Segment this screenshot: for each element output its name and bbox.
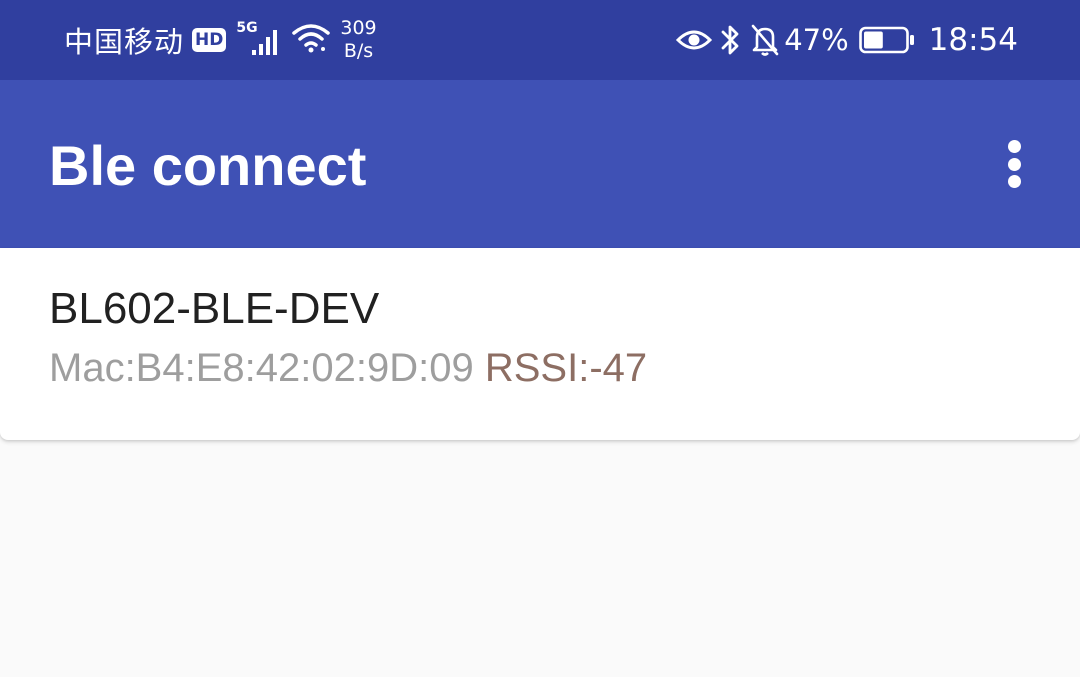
more-vert-icon[interactable] (994, 132, 1034, 196)
battery-icon (858, 26, 915, 54)
network-speed-unit: B/s (343, 40, 374, 62)
device-mac: Mac:B4:E8:42:02:9D:09 (49, 346, 474, 390)
clock: 18:54 (928, 22, 1018, 58)
network-speed-value: 309 (340, 17, 377, 39)
status-bar: 中国移动 HD 5G 309 B/s 47% 18:54 (0, 0, 1080, 80)
bluetooth-icon (720, 23, 742, 57)
device-name: BL602-BLE-DEV (49, 284, 380, 333)
wifi-icon (292, 21, 331, 59)
menu-dot (1007, 140, 1021, 153)
carrier-name: 中国移动 (64, 25, 185, 59)
eye-icon (676, 28, 713, 52)
battery-percent: 47% (784, 23, 849, 57)
device-rssi: RSSI:-47 (484, 346, 648, 390)
menu-dot (1007, 157, 1021, 171)
signal-icon: 5G (236, 20, 286, 60)
page-title: Ble connect (49, 134, 367, 197)
app-bar: Ble connect (0, 80, 1080, 248)
menu-dot (1007, 175, 1021, 188)
hd-badge: HD (192, 28, 227, 52)
status-bar-left: 中国移动 HD 5G 309 B/s (64, 0, 377, 80)
device-list-item[interactable]: BL602-BLE-DEV Mac:B4:E8:42:02:9D:09 RSSI… (0, 248, 1080, 440)
status-bar-right: 47% 18:54 (676, 0, 1018, 80)
device-details: Mac:B4:E8:42:02:9D:09 RSSI:-47 (49, 345, 647, 391)
network-speed: 309 B/s (340, 17, 376, 63)
notifications-off-icon (750, 23, 780, 57)
